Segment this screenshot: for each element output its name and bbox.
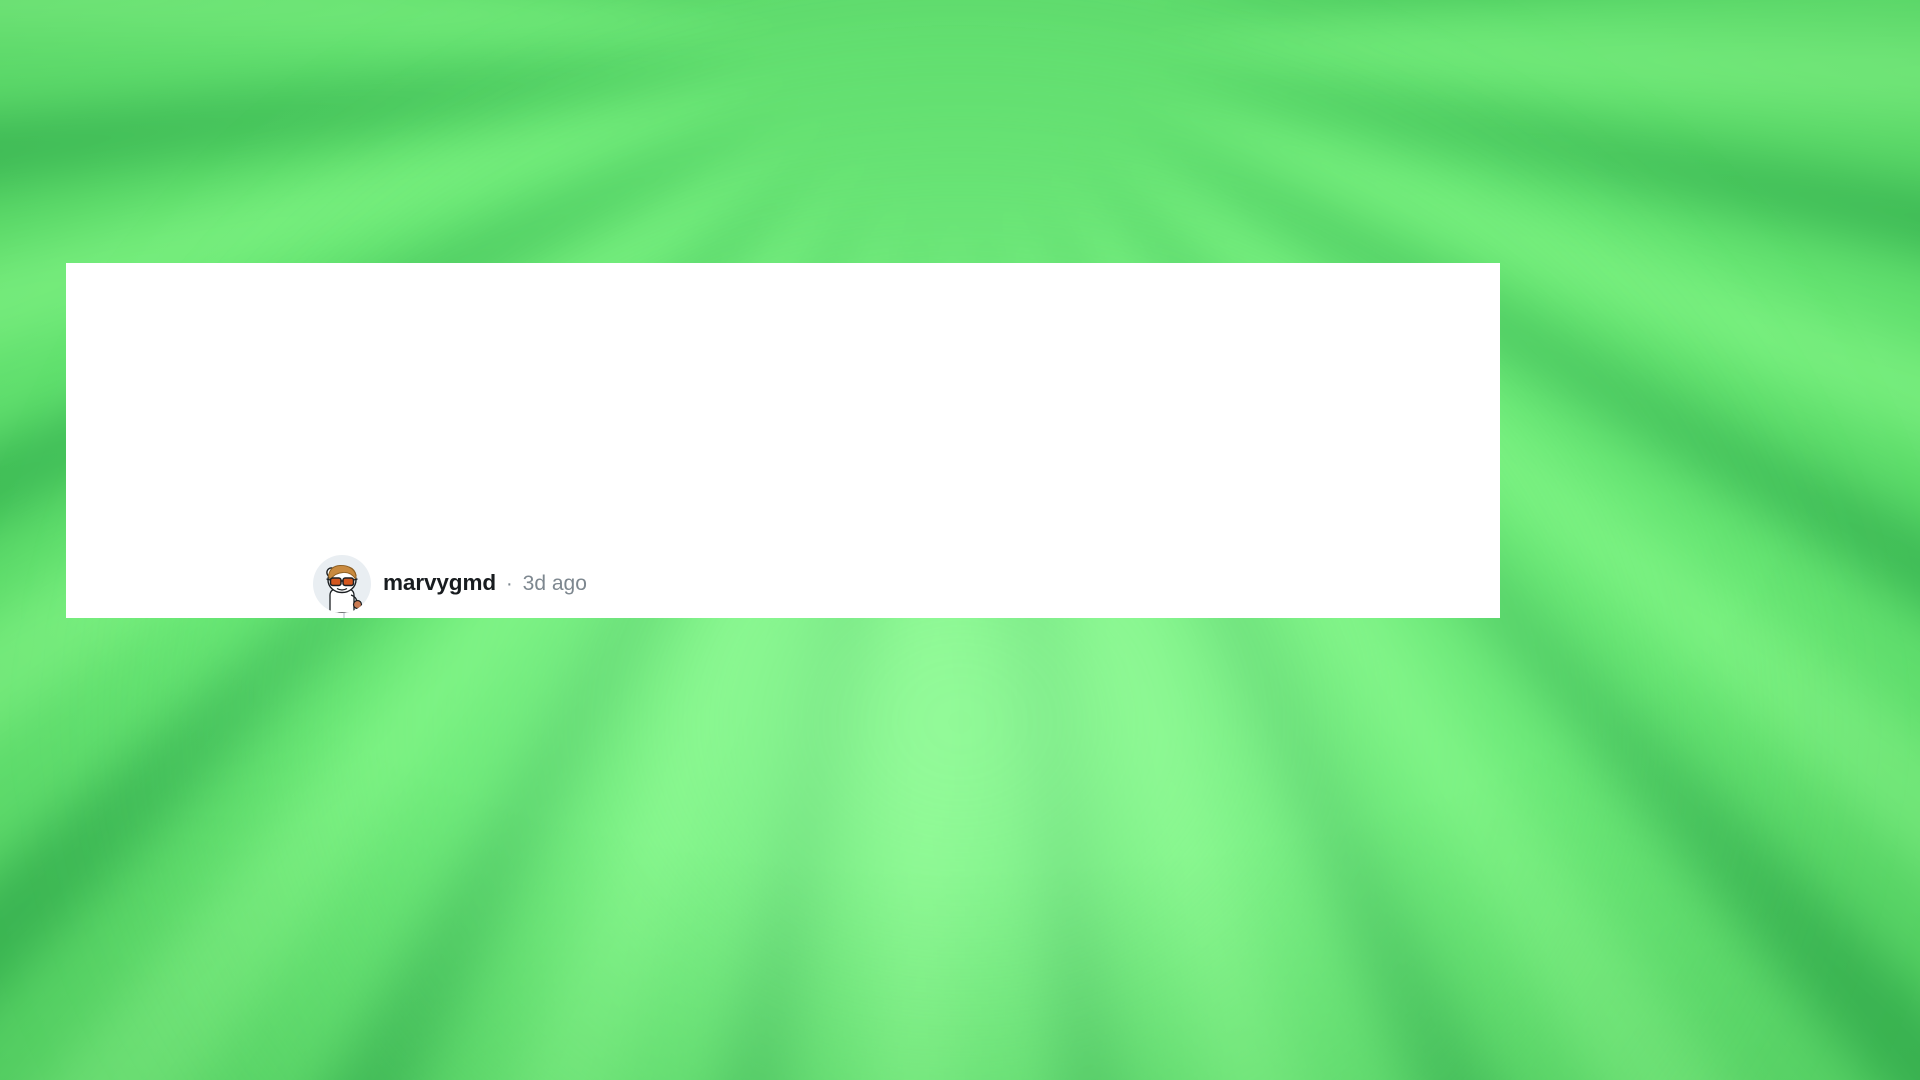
comment-timestamp-top: 3d ago: [522, 572, 587, 595]
meta-separator: ·: [506, 573, 513, 595]
comment-header-top: marvygmd · 3d ago: [313, 555, 677, 613]
snoo-avatar-marvygmd[interactable]: [313, 555, 371, 613]
comment-card: marvygmd · 3d ago Why is everything so c…: [66, 263, 1500, 618]
comment-top: marvygmd · 3d ago Why is everything so c…: [313, 555, 677, 618]
comment-meta-top: marvygmd · 3d ago: [383, 570, 587, 598]
thread-lines: [66, 263, 1500, 618]
comment-author-top[interactable]: marvygmd: [383, 570, 496, 596]
